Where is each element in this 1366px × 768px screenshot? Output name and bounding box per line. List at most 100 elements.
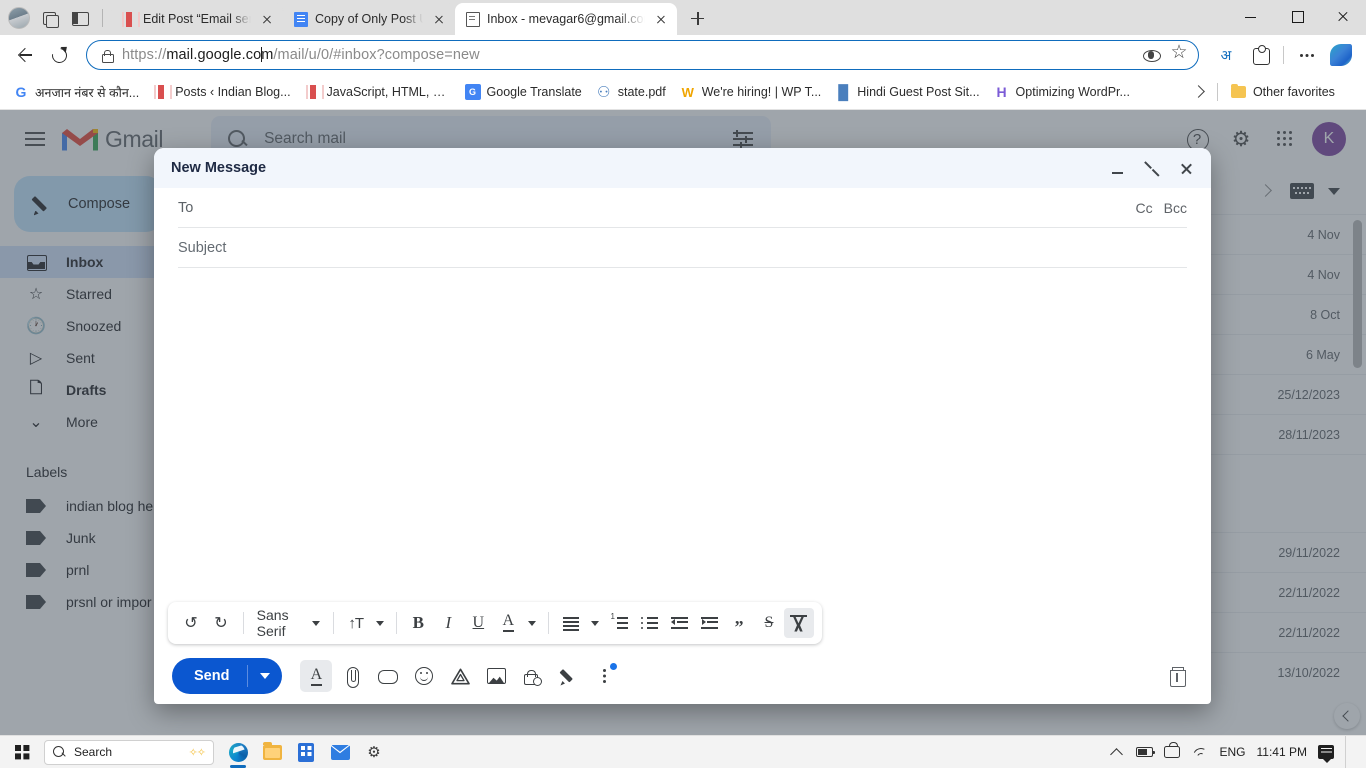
font-family-select[interactable]: Sans Serif [251, 607, 306, 639]
indent-less-button[interactable] [664, 608, 694, 638]
align-chevron-icon[interactable] [586, 608, 604, 638]
other-favorites-folder[interactable]: Other favorites [1224, 81, 1342, 103]
more-options-icon[interactable] [588, 660, 620, 692]
insert-drive-file-icon[interactable] [444, 660, 476, 692]
taskbar-microsoft-store-icon[interactable] [290, 738, 322, 766]
underline-button[interactable]: U [463, 608, 493, 638]
indent-more-button[interactable] [694, 608, 724, 638]
new-tab-button[interactable] [683, 4, 711, 32]
formatting-options-icon[interactable]: A [300, 660, 333, 692]
quote-button[interactable]: ” [724, 608, 754, 638]
notifications-icon[interactable] [1318, 745, 1334, 763]
text-color-chevron-icon[interactable] [523, 608, 541, 638]
numbered-list-button[interactable] [604, 608, 634, 638]
tab-close-icon[interactable] [652, 11, 669, 28]
bookmark-item[interactable]: G अनजान नंबर से कौन... [6, 81, 146, 104]
bookmark-item[interactable]: JavaScript, HTML, C... [298, 81, 458, 103]
recipient-to-field[interactable]: To Cc Bcc [178, 188, 1187, 228]
cc-button[interactable]: Cc [1136, 200, 1153, 216]
show-hidden-icons-icon[interactable] [1108, 744, 1125, 761]
fullscreen-icon[interactable] [1139, 155, 1165, 181]
bookmarks-overflow-icon[interactable] [1185, 79, 1211, 105]
browser-tab-2[interactable]: Inbox - mevagar6@gmail.com - G [455, 3, 677, 35]
taskbar-settings-icon[interactable]: ⚙ [358, 738, 390, 766]
compose-action-icons: A [300, 660, 620, 692]
favorite-star-icon[interactable] [1166, 41, 1192, 68]
browser-tab-1[interactable]: Copy of Only Post Update - Goog [283, 3, 455, 35]
taskbar-edge-icon[interactable] [222, 738, 254, 768]
insert-link-icon[interactable] [372, 660, 404, 692]
back-arrow-icon[interactable] [10, 40, 40, 70]
compose-window-controls [1105, 155, 1199, 181]
align-button[interactable] [556, 608, 586, 638]
taskbar-search-input[interactable]: Search ✧✧ [44, 739, 214, 765]
text-color-button[interactable]: A [493, 608, 523, 638]
window-close-button[interactable] [1320, 0, 1366, 33]
window-maximize-button[interactable] [1274, 0, 1320, 33]
bookmark-item[interactable]: ⚇ state.pdf [589, 81, 673, 103]
hindi-translate-icon[interactable]: अ [1211, 40, 1241, 70]
tab-actions-icon[interactable] [70, 8, 90, 28]
close-icon[interactable] [1173, 155, 1199, 181]
italic-button[interactable]: I [433, 608, 463, 638]
reload-icon[interactable] [44, 40, 74, 70]
extensions-icon[interactable] [1245, 40, 1275, 70]
windows-start-icon[interactable] [6, 738, 38, 766]
font-family-chevron-icon[interactable] [306, 608, 326, 638]
insert-photo-icon[interactable] [480, 660, 512, 692]
copilot-icon[interactable] [1326, 40, 1356, 70]
copilot-sparkle-icon: ✧✧ [188, 746, 206, 759]
confidential-mode-icon[interactable] [516, 660, 548, 692]
insert-signature-icon[interactable] [552, 660, 584, 692]
settings-and-more-icon[interactable] [1292, 40, 1322, 70]
browser-profile-avatar[interactable] [8, 6, 30, 29]
language-indicator[interactable]: ENG [1220, 745, 1246, 759]
minimize-icon[interactable] [1105, 155, 1131, 181]
discard-draft-icon[interactable] [1161, 660, 1193, 692]
battery-icon[interactable] [1135, 744, 1155, 761]
strikethrough-button[interactable]: S [754, 608, 784, 638]
window-minimize-button[interactable] [1228, 0, 1274, 33]
translate-icon: G [464, 84, 481, 100]
bookmark-item[interactable]: Posts ‹ Indian Blog... [146, 81, 297, 103]
undo-icon[interactable]: ↺ [176, 608, 206, 638]
tab-title: Copy of Only Post Update - Goog [315, 12, 423, 26]
bcc-button[interactable]: Bcc [1164, 200, 1187, 216]
windows-taskbar: Search ✧✧ ⚙ ENG 11:41 PM [0, 735, 1366, 768]
bookmark-item[interactable]: W We're hiring! | WP T... [673, 81, 829, 103]
read-aloud-icon[interactable] [1138, 42, 1164, 68]
wifi-icon[interactable] [1192, 744, 1209, 761]
clock[interactable]: 11:41 PM [1257, 745, 1307, 759]
redo-icon[interactable]: ↻ [206, 608, 236, 638]
message-body-input[interactable] [154, 268, 1211, 602]
lock-icon [99, 48, 114, 63]
font-size-chevron-icon[interactable] [371, 608, 389, 638]
bookmark-item[interactable]: H Optimizing WordPr... [987, 81, 1137, 103]
subject-field[interactable]: Subject [178, 228, 1187, 268]
bookmark-item[interactable]: █ Hindi Guest Post Sit... [828, 81, 986, 103]
taskbar-mail-icon[interactable] [324, 738, 356, 766]
compose-title-bar[interactable]: New Message [154, 148, 1211, 188]
show-desktop-button[interactable] [1345, 735, 1350, 768]
tab-close-icon[interactable] [258, 11, 275, 28]
bulleted-list-button[interactable] [634, 608, 664, 638]
send-options-chevron-icon[interactable] [248, 658, 282, 694]
toolbar-divider [395, 612, 397, 634]
attach-file-icon[interactable] [336, 660, 368, 692]
address-bar[interactable]: https://mail.google.com/mail/u/0/#inbox?… [86, 40, 1199, 70]
camera-icon[interactable] [1164, 742, 1181, 761]
bookmark-label: Other favorites [1252, 85, 1335, 99]
taskbar-file-explorer-icon[interactable] [256, 738, 288, 766]
wptavern-icon: W [681, 84, 694, 100]
bookmark-item[interactable]: G Google Translate [458, 81, 589, 103]
remove-formatting-button[interactable] [784, 608, 814, 638]
toolbar-divider [332, 612, 334, 634]
subject-label: Subject [178, 239, 227, 256]
browser-tab-0[interactable]: Edit Post “Email send kaise kare? [111, 3, 283, 35]
tab-close-icon[interactable] [430, 11, 447, 28]
insert-emoji-icon[interactable] [408, 660, 440, 692]
font-size-icon[interactable]: ↑T [341, 608, 371, 638]
copilot-pages-icon[interactable] [40, 8, 60, 28]
send-button[interactable]: Send [172, 658, 283, 694]
bold-button[interactable]: B [403, 608, 433, 638]
